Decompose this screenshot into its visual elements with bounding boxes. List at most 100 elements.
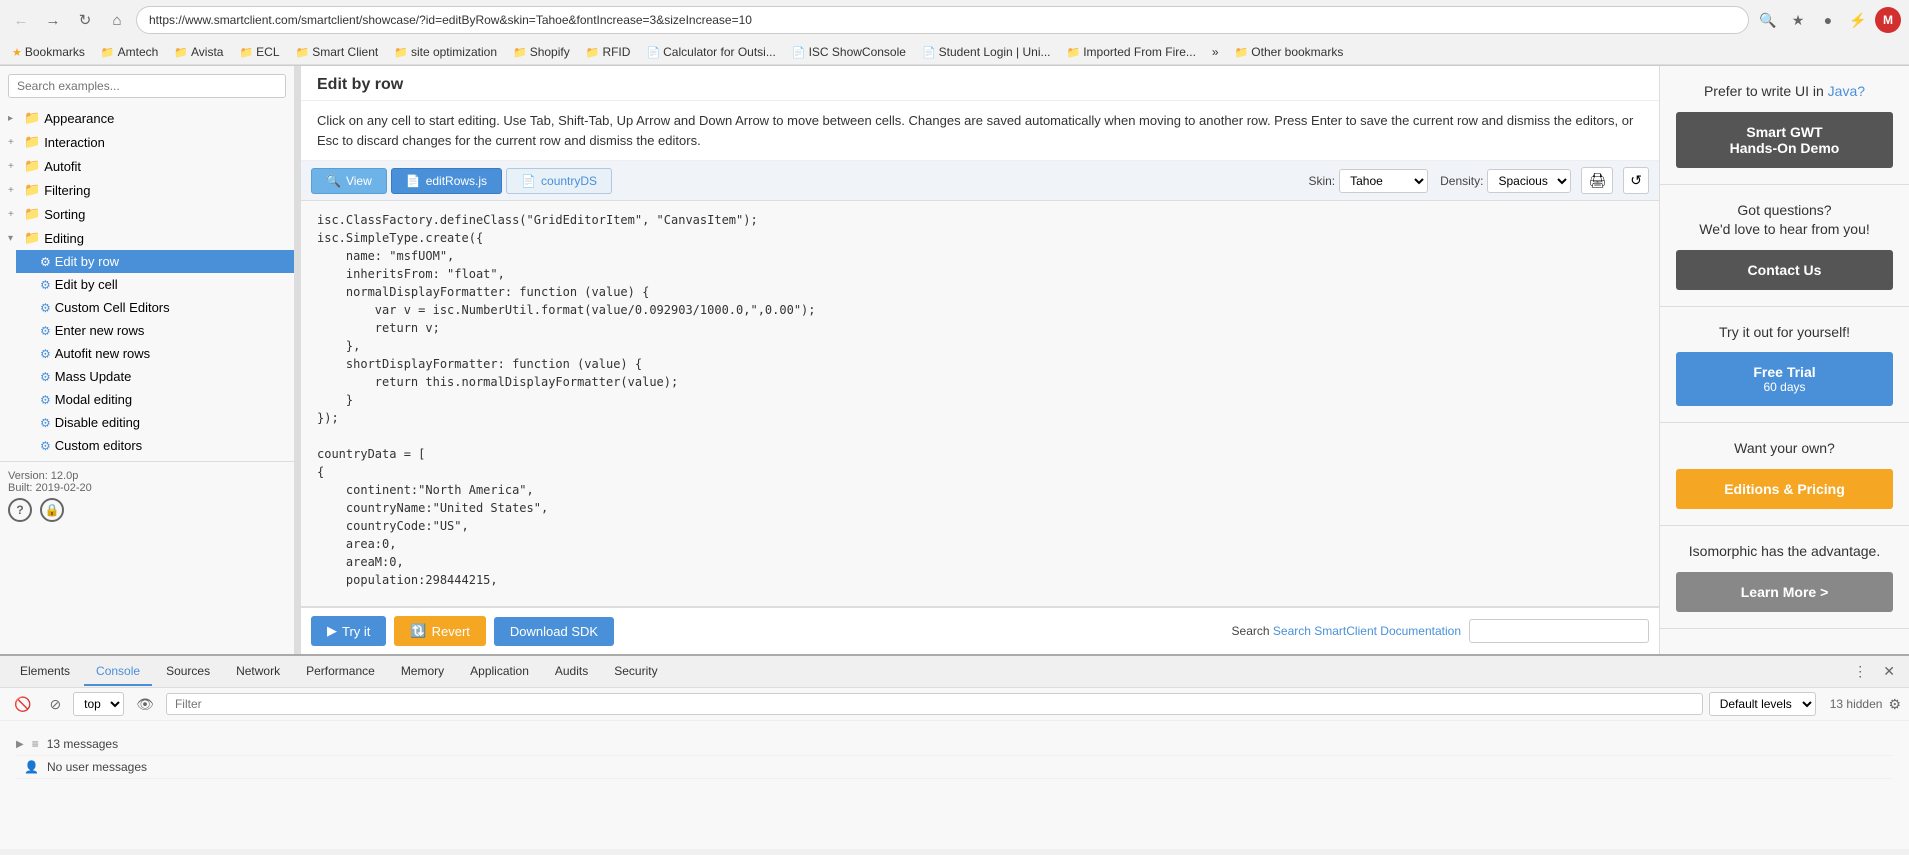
print-button[interactable]: 🖨 bbox=[1581, 167, 1613, 194]
devtools-tab-memory[interactable]: Memory bbox=[389, 658, 456, 686]
sidebar-item-mass-update[interactable]: ⚙ Mass Update bbox=[16, 365, 294, 388]
devtools-clear-btn[interactable]: 🚫 bbox=[8, 694, 37, 715]
level-select[interactable]: Default levels bbox=[1709, 692, 1816, 716]
home-button[interactable]: ⌂ bbox=[104, 7, 130, 33]
devtools-tab-sources[interactable]: Sources bbox=[154, 658, 222, 686]
devtools-tab-application[interactable]: Application bbox=[458, 658, 541, 686]
expand-icon: ▾ bbox=[8, 233, 20, 244]
sidebar-item-interaction[interactable]: + 📁 Interaction bbox=[0, 130, 294, 154]
browser-toolbar: ← → ↻ ⌂ 🔍 ★ ● ⚡ M bbox=[0, 0, 1909, 40]
skin-label: Skin: bbox=[1308, 174, 1335, 188]
sidebar-item-autofit-new-rows[interactable]: ⚙ Autofit new rows bbox=[16, 342, 294, 365]
bookmark-bookmarks[interactable]: ★ Bookmarks bbox=[8, 43, 89, 61]
console-filter-input[interactable] bbox=[166, 693, 1703, 715]
devtools-close-btn[interactable]: ✕ bbox=[1877, 660, 1901, 683]
editions-pricing-button[interactable]: Editions & Pricing bbox=[1676, 469, 1893, 509]
code-area[interactable]: isc.ClassFactory.defineClass("GridEditor… bbox=[301, 201, 1659, 607]
sidebar-item-edit-by-row[interactable]: ⚙ Edit by row bbox=[16, 250, 294, 273]
contact-us-button[interactable]: Contact Us bbox=[1676, 250, 1893, 290]
sidebar-item-editing[interactable]: ▾ 📁 Editing bbox=[0, 226, 294, 250]
expand-icon[interactable]: ▶ bbox=[16, 739, 24, 750]
bookmark-isc[interactable]: 📄 ISC ShowConsole bbox=[788, 43, 910, 61]
devtools-tab-performance[interactable]: Performance bbox=[294, 658, 387, 686]
sidebar-item-enter-new-rows[interactable]: ⚙ Enter new rows bbox=[16, 319, 294, 342]
student-page-icon: 📄 bbox=[922, 46, 936, 59]
tab-countryds[interactable]: 📄 countryDS bbox=[506, 168, 612, 194]
devtools-tab-elements[interactable]: Elements bbox=[8, 658, 82, 686]
bookmark-avista[interactable]: 📁 Avista bbox=[170, 43, 227, 61]
search-icon-btn[interactable]: 🔍 bbox=[1755, 7, 1781, 33]
bookmark-calculator[interactable]: 📄 Calculator for Outsi... bbox=[642, 43, 779, 61]
search-input[interactable] bbox=[8, 74, 286, 98]
right-panel-trial: Try it out for yourself! Free Trial60 da… bbox=[1660, 307, 1909, 424]
free-trial-button[interactable]: Free Trial60 days bbox=[1676, 352, 1893, 406]
download-sdk-button[interactable]: Download SDK bbox=[494, 617, 614, 646]
smart-gwt-button[interactable]: Smart GWTHands-On Demo bbox=[1676, 112, 1893, 168]
devtools-tab-audits[interactable]: Audits bbox=[543, 658, 600, 686]
bookmark-other[interactable]: 📁 Other bookmarks bbox=[1231, 43, 1348, 61]
help-button[interactable]: ? bbox=[8, 498, 32, 522]
refresh-button[interactable]: ↺ bbox=[1623, 167, 1649, 194]
bookmark-star-btn[interactable]: ★ bbox=[1785, 7, 1811, 33]
user-avatar[interactable]: M bbox=[1875, 7, 1901, 33]
bookmark-imported[interactable]: 📁 Imported From Fire... bbox=[1063, 43, 1200, 61]
devtools-tab-network[interactable]: Network bbox=[224, 658, 292, 686]
code-content: isc.ClassFactory.defineClass("GridEditor… bbox=[317, 211, 1643, 589]
messages-count: 13 messages bbox=[47, 737, 118, 751]
devtools-more-btn[interactable]: ⋮ bbox=[1847, 660, 1873, 683]
help-icons: ? 🔒 bbox=[8, 498, 286, 522]
devtools-tab-console[interactable]: Console bbox=[84, 658, 152, 686]
extensions-btn[interactable]: ⚡ bbox=[1845, 7, 1871, 33]
settings-icon[interactable]: ⚙ bbox=[1888, 696, 1901, 713]
sidebar-item-edit-by-cell[interactable]: ⚙ Edit by cell bbox=[16, 273, 294, 296]
sidebar-item-sorting[interactable]: + 📁 Sorting bbox=[0, 202, 294, 226]
context-select[interactable]: top bbox=[73, 692, 124, 716]
try-it-label: Try it bbox=[342, 624, 370, 639]
bookmark-amtech[interactable]: 📁 Amtech bbox=[97, 43, 162, 61]
bookmark-smartclient[interactable]: 📁 Smart Client bbox=[292, 43, 383, 61]
bookmark-shopify[interactable]: 📁 Shopify bbox=[509, 43, 574, 61]
revert-button[interactable]: 🔃 Revert bbox=[394, 616, 485, 646]
lock-button[interactable]: 🔒 bbox=[40, 498, 64, 522]
bookmark-more[interactable]: » bbox=[1208, 43, 1223, 61]
sidebar-item-disable-editing[interactable]: ⚙ Disable editing bbox=[16, 411, 294, 434]
back-button[interactable]: ← bbox=[8, 7, 34, 33]
bookmarks-bar: ★ Bookmarks 📁 Amtech 📁 Avista 📁 ECL 📁 Sm… bbox=[0, 40, 1909, 65]
search-doc-input[interactable] bbox=[1469, 619, 1649, 643]
bookmark-student[interactable]: 📄 Student Login | Uni... bbox=[918, 43, 1055, 61]
density-select[interactable]: Spacious Compact Medium bbox=[1487, 169, 1571, 193]
bookmark-rfid[interactable]: 📁 RFID bbox=[582, 43, 635, 61]
sidebar-item-appearance[interactable]: ▸ 📁 Appearance bbox=[0, 106, 294, 130]
calculator-page-icon: 📄 bbox=[646, 46, 660, 59]
view-tab-label: View bbox=[346, 174, 372, 188]
profile-btn[interactable]: ● bbox=[1815, 7, 1841, 33]
bookmark-siteopt[interactable]: 📁 site optimization bbox=[390, 43, 501, 61]
search-doc-link[interactable]: Search SmartClient Documentation bbox=[1273, 624, 1461, 638]
content-description: Click on any cell to start editing. Use … bbox=[301, 101, 1659, 161]
tab-view[interactable]: 🔍 View bbox=[311, 168, 387, 194]
sidebar-item-autofit[interactable]: + 📁 Autofit bbox=[0, 154, 294, 178]
reload-button[interactable]: ↻ bbox=[72, 7, 98, 33]
tab-editrows[interactable]: 📄 editRows.js bbox=[391, 168, 502, 194]
devtools-main: ▶ ≡ 13 messages 👤 No user messages bbox=[0, 721, 1909, 849]
sidebar-item-custom-cell-editors[interactable]: ⚙ Custom Cell Editors bbox=[16, 296, 294, 319]
shopify-folder-icon: 📁 bbox=[513, 46, 527, 59]
skin-select[interactable]: Tahoe Graphite Enterprise Material bbox=[1339, 169, 1428, 193]
sidebar-item-label: Interaction bbox=[44, 135, 105, 150]
sidebar-item-custom-editors[interactable]: ⚙ Custom editors bbox=[16, 434, 294, 457]
learn-more-button[interactable]: Learn More > bbox=[1676, 572, 1893, 612]
java-highlight: Java? bbox=[1828, 83, 1865, 99]
sidebar-item-label: Mass Update bbox=[55, 369, 132, 384]
density-label: Density: bbox=[1440, 174, 1483, 188]
bookmark-ecl[interactable]: 📁 ECL bbox=[235, 43, 283, 61]
sidebar-item-label: Editing bbox=[44, 231, 84, 246]
devtools-eye-btn[interactable]: 👁 bbox=[130, 694, 160, 715]
sidebar-item-filtering[interactable]: + 📁 Filtering bbox=[0, 178, 294, 202]
forward-button[interactable]: → bbox=[40, 7, 66, 33]
sidebar-item-modal-editing[interactable]: ⚙ Modal editing bbox=[16, 388, 294, 411]
devtools-filter-btn[interactable]: ⊘ bbox=[43, 694, 67, 715]
devtools-tab-security[interactable]: Security bbox=[602, 658, 669, 686]
version-info: Version: 12.0p Built: 2019-02-20 ? 🔒 bbox=[0, 461, 294, 530]
address-bar[interactable] bbox=[136, 6, 1749, 34]
try-it-button[interactable]: ▶ Try it bbox=[311, 616, 386, 646]
